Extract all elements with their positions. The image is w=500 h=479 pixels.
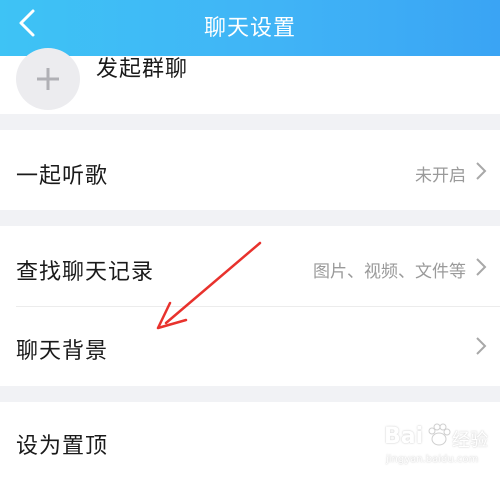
start-group-row[interactable]: 发起群聊	[0, 48, 500, 114]
listen-together-row[interactable]: 一起听歌 未开启	[0, 130, 500, 210]
add-member-button[interactable]	[16, 48, 80, 110]
plus-icon	[37, 68, 59, 90]
title-bar: 聊天设置	[0, 0, 500, 56]
chevron-right-icon	[476, 162, 487, 180]
pin-top-label: 设为置顶	[16, 434, 109, 459]
baidu-watermark: Bai 经验 jingyan.baidu.com	[384, 420, 494, 472]
chevron-right-icon	[476, 337, 487, 355]
chat-background-row[interactable]: 聊天背景	[0, 307, 500, 386]
search-history-label: 查找聊天记录	[16, 260, 155, 285]
chat-card: 查找聊天记录 图片、视频、文件等 聊天背景	[0, 226, 500, 386]
listen-together-status: 未开启	[415, 166, 466, 186]
chat-background-label: 聊天背景	[16, 339, 109, 364]
group-card: 发起群聊	[0, 48, 500, 114]
watermark-domain: jingyan.baidu.com	[386, 454, 479, 465]
chevron-right-icon	[476, 258, 487, 276]
watermark-sub: 经验	[452, 430, 488, 451]
watermark-brand: Bai	[384, 424, 424, 449]
listen-together-label: 一起听歌	[16, 164, 109, 189]
page-title: 聊天设置	[203, 16, 296, 41]
music-card: 一起听歌 未开启	[0, 130, 500, 210]
start-group-label: 发起群聊	[96, 57, 189, 82]
search-history-hint: 图片、视频、文件等	[313, 262, 466, 282]
paw-icon	[428, 423, 451, 446]
search-history-row[interactable]: 查找聊天记录 图片、视频、文件等	[0, 226, 500, 306]
